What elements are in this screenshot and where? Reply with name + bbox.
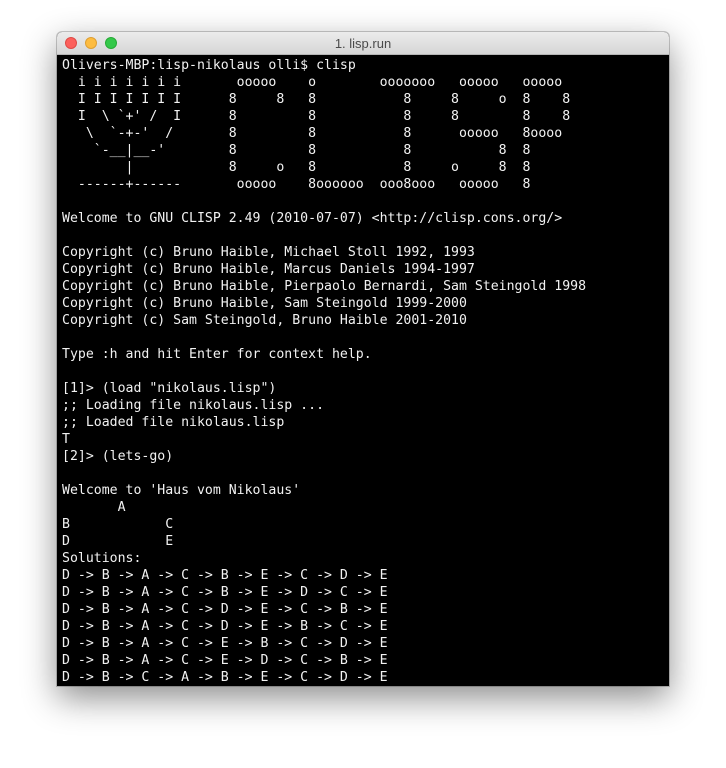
terminal-line: ;; Loaded file nikolaus.lisp [62, 415, 285, 430]
terminal-line: ;; Loading file nikolaus.lisp ... [62, 398, 325, 413]
terminal-line: Copyright (c) Bruno Haible, Marcus Danie… [62, 262, 475, 277]
terminal-line: D -> B -> A -> C -> B -> E -> D -> C -> … [62, 585, 388, 600]
terminal-output[interactable]: Olivers-MBP:lisp-nikolaus olli$ clisp i … [62, 57, 669, 686]
terminal-line: Copyright (c) Bruno Haible, Sam Steingol… [62, 296, 467, 311]
terminal-line: i i i i i i i ooooo o ooooooo ooooo oooo… [62, 75, 563, 90]
terminal-line: I \ `+' / I 8 8 8 8 8 8 [62, 109, 571, 124]
window-title: 1. lisp.run [334, 36, 392, 51]
terminal-line: | 8 o 8 8 o 8 8 [62, 160, 531, 175]
title-bar[interactable]: 1. lisp.run [57, 32, 669, 55]
terminal-line: Olivers-MBP:lisp-nikolaus olli$ clisp [62, 58, 356, 73]
terminal-line: I I I I I I I 8 8 8 8 8 o 8 8 [62, 92, 571, 107]
terminal-line: B C [62, 517, 174, 532]
terminal-line: T [62, 432, 70, 447]
terminal-line: D -> B -> A -> C -> E -> B -> C -> D -> … [62, 636, 388, 651]
terminal-line: D -> B -> A -> C -> D -> E -> B -> C -> … [62, 619, 388, 634]
terminal-line: D -> B -> A -> C -> E -> D -> C -> B -> … [62, 653, 388, 668]
terminal-line: Type :h and hit Enter for context help. [62, 347, 372, 362]
terminal-window: 1. lisp.run Olivers-MBP:lisp-nikolaus ol… [57, 32, 669, 686]
terminal-line: D -> B -> A -> C -> D -> E -> C -> B -> … [62, 602, 388, 617]
terminal-line: [1]> (load "nikolaus.lisp") [62, 381, 277, 396]
terminal-line: A [62, 500, 126, 515]
terminal-line: \ `-+-' / 8 8 8 ooooo 8oooo [62, 126, 563, 141]
terminal-line: Copyright (c) Bruno Haible, Pierpaolo Be… [62, 279, 587, 294]
terminal-line: Welcome to GNU CLISP 2.49 (2010-07-07) <… [62, 211, 563, 226]
terminal-line: [2]> (lets-go) [62, 449, 174, 464]
terminal-line: `-__|__-' 8 8 8 8 8 [62, 143, 531, 158]
terminal-line: Welcome to 'Haus vom Nikolaus' [62, 483, 301, 498]
terminal-line: ------+------ ooooo 8oooooo ooo8ooo oooo… [62, 177, 531, 192]
terminal-line: D E [62, 534, 174, 549]
terminal-line: Copyright (c) Sam Steingold, Bruno Haibl… [62, 313, 467, 328]
terminal-line: D -> B -> C -> A -> B -> E -> C -> D -> … [62, 670, 388, 685]
terminal-line: D -> B -> A -> C -> B -> E -> C -> D -> … [62, 568, 388, 583]
terminal-line: Solutions: [62, 551, 142, 566]
terminal-line: Copyright (c) Bruno Haible, Michael Stol… [62, 245, 475, 260]
